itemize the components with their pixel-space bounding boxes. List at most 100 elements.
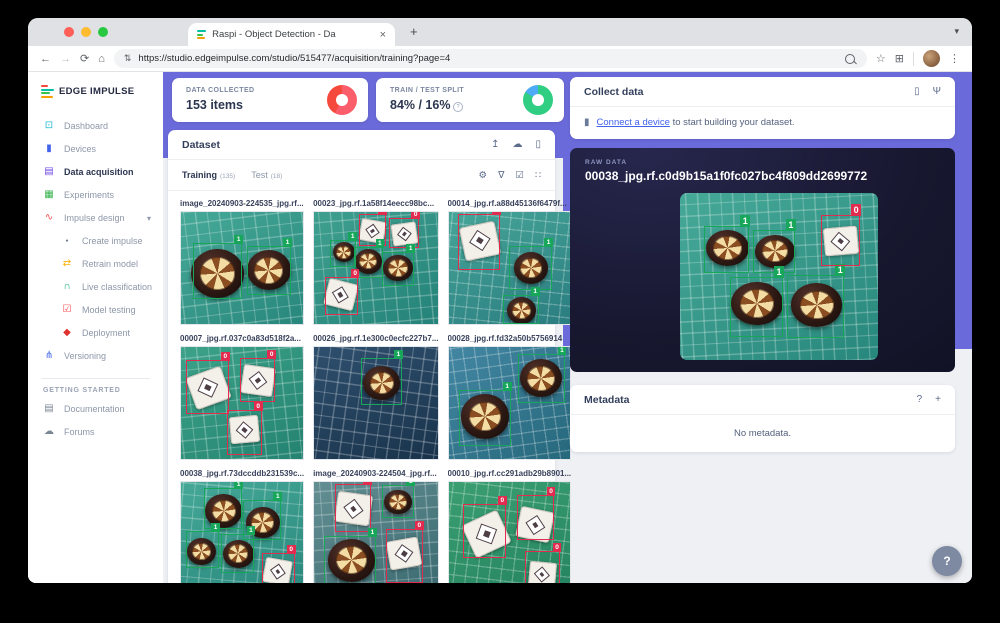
dataset-item-thumbnail[interactable]: 0110 [313,481,438,583]
close-window-button[interactable] [64,27,74,37]
home-icon[interactable]: ⌂ [98,53,105,65]
dataset-item-filename[interactable]: image_20240903-224504_jpg.rf... [313,469,438,478]
browser-menu-icon[interactable]: ⋮ [949,52,960,65]
dataset-item-filename[interactable]: 00010_jpg.rf.cc291adb29b8901... [448,469,572,478]
profile-avatar[interactable] [923,50,940,67]
tab-training-label: Training [182,170,217,180]
upload-icon[interactable]: ↥ [491,139,499,150]
bounding-box-robot: 0 [262,553,295,583]
back-icon[interactable]: ← [40,53,51,65]
bounding-box-robot: 0 [386,529,423,583]
tab-training-count: (135) [220,173,235,180]
dataset-item-thumbnail[interactable]: 001110 [313,211,438,325]
sidebar-item-versioning[interactable]: ⋔Versioning [28,345,163,368]
dataset-item-filename[interactable]: 00026_jpg.rf.1e300c0ecfc227b7... [313,334,438,343]
collect-data-card: Collect data ▯ Ψ ▮ Connect a device to s… [570,77,955,139]
bounding-box-wheel: 1 [704,226,750,273]
sidebar-item-retrain-model[interactable]: ⇄Retrain model [28,253,163,276]
help-circle-icon[interactable]: ? [453,102,463,112]
edge-impulse-logo[interactable]: EDGE IMPULSE [28,72,163,98]
dataset-item-filename[interactable]: 00007_jpg.rf.037c0a83d518f2a... [180,334,304,343]
url-text: https://studio.edgeimpulse.com/studio/51… [138,53,837,64]
sidebar-item-documentation[interactable]: ▤Documentation [28,398,163,421]
usb-connect-icon[interactable]: Ψ [933,86,941,97]
chat-icon: ☁ [43,427,55,437]
dataset-item-thumbnail[interactable]: 000 [180,346,304,460]
dataset-tabs-row: Training (135) Test (18) ⚙ ∇ ☑ ∷ [168,160,555,191]
bounding-box-label: 1 [247,526,256,535]
sidebar-item-create-impulse[interactable]: ●Create impulse [28,230,163,253]
forward-icon[interactable]: → [60,53,71,65]
sidebar-item-data-acquisition[interactable]: ▤Data acquisition [28,161,163,184]
tab-training[interactable]: Training (135) [182,170,235,180]
raw-data-card: RAW DATA 00038_jpg.rf.c0d9b15a1f0fc027bc… [570,148,955,372]
main-content: DATA COLLECTED 153 items TRAIN / TEST SP… [163,72,972,583]
help-fab[interactable]: ? [932,546,962,576]
extensions-icon[interactable]: ⊞ [895,52,904,65]
connect-device-link[interactable]: Connect a device [597,117,670,128]
bounding-box-robot: 0 [517,495,555,540]
new-tab-button[interactable]: + [410,24,418,39]
bounding-box-label: 1 [774,266,784,278]
select-multiple-icon[interactable]: ☑ [515,170,524,181]
dataset-item-thumbnail[interactable]: 11 [448,346,572,460]
bounding-box-label: 1 [531,287,540,296]
auto-labeler-icon[interactable]: ⚙ [479,170,488,181]
metadata-header: Metadata ? + [570,385,955,415]
minimize-window-button[interactable] [81,27,91,37]
dataset-item-thumbnail[interactable]: 11 [180,211,304,325]
dataset-item-filename[interactable]: 00028_jpg.rf.fd32a50b5756914 [448,334,572,343]
sidebar-item-deployment[interactable]: ◆Deployment [28,322,163,345]
metadata-add-icon[interactable]: + [935,394,941,405]
metadata-card: Metadata ? + No metadata. [570,385,955,452]
sidebar-item-dashboard[interactable]: ⊡ Dashboard [28,115,163,138]
bounding-box-robot: 0 [463,504,506,558]
cloud-icon[interactable]: ☁ [512,139,522,150]
sidebar-item-forums[interactable]: ☁Forums [28,421,163,444]
site-settings-icon[interactable]: ⇅ [124,53,132,64]
address-bar[interactable]: ⇅ https://studio.edgeimpulse.com/studio/… [114,49,867,68]
zoom-icon[interactable] [845,54,855,64]
collect-data-body: ▮ Connect a device to start building you… [570,107,955,138]
edge-impulse-logo-icon [41,85,54,98]
dataset-item-thumbnail[interactable]: 000 [448,481,572,583]
dataset-item-thumbnail[interactable]: 11110 [180,481,304,583]
box-icon: ◆ [61,328,73,338]
chevron-down-icon[interactable]: ▾ [954,26,959,37]
monitor-icon: ⊡ [43,121,55,131]
sidebar-item-impulse-design[interactable]: ∿Impulse design▾ [28,207,163,230]
metadata-empty-text: No metadata. [570,415,955,439]
bounding-box-robot: 0 [240,358,275,402]
sidebar-item-label: Dashboard [64,121,108,131]
dataset-item: 00026_jpg.rf.1e300c0ecfc227b7... 1 [313,332,438,460]
bounding-box-wheel: 1 [382,485,414,517]
dataset-item-thumbnail[interactable]: 1 [313,346,438,460]
bounding-box-label: 0 [547,487,556,496]
sidebar-item-label: Data acquisition [64,167,134,177]
sidebar-item-live-classification[interactable]: ∩Live classification [28,276,163,299]
tab-test[interactable]: Test (18) [251,170,282,180]
collect-data-title: Collect data [584,86,901,98]
sidebar-item-devices[interactable]: ▮Devices [28,138,163,161]
dataset-item-filename[interactable]: 00023_jpg.rf.1a58f14eecc98bc... [313,199,438,208]
bookmark-star-icon[interactable]: ☆ [876,52,886,65]
browser-tab[interactable]: Raspi - Object Detection - Da × [188,23,395,46]
bounding-box-label: 0 [553,543,562,552]
bounding-box-label: 1 [394,350,403,359]
dataset-item: 00023_jpg.rf.1a58f14eecc98bc... 001110 [313,197,438,325]
filter-icon[interactable]: ∇ [498,170,504,181]
dataset-item-filename[interactable]: 00038_jpg.rf.73dccddb231539c... [180,469,304,478]
reload-icon[interactable]: ⟳ [80,52,89,65]
export-file-icon[interactable]: ▯ [535,139,541,150]
expand-icon[interactable]: ∷ [535,170,541,181]
metadata-help-icon[interactable]: ? [917,394,923,405]
dataset-item-thumbnail[interactable]: 011 [448,211,572,325]
device-icon[interactable]: ▯ [914,86,920,97]
maximize-window-button[interactable] [98,27,108,37]
bounding-box-wheel: 1 [503,295,538,324]
close-tab-icon[interactable]: × [380,29,386,41]
dataset-item-filename[interactable]: 00014_jpg.rf.a88d45136f6479f... [448,199,572,208]
sidebar-item-model-testing[interactable]: ☑Model testing [28,299,163,322]
dataset-item-filename[interactable]: image_20240903-224535_jpg.rf... [180,199,304,208]
sidebar-item-experiments[interactable]: ▦Experiments [28,184,163,207]
